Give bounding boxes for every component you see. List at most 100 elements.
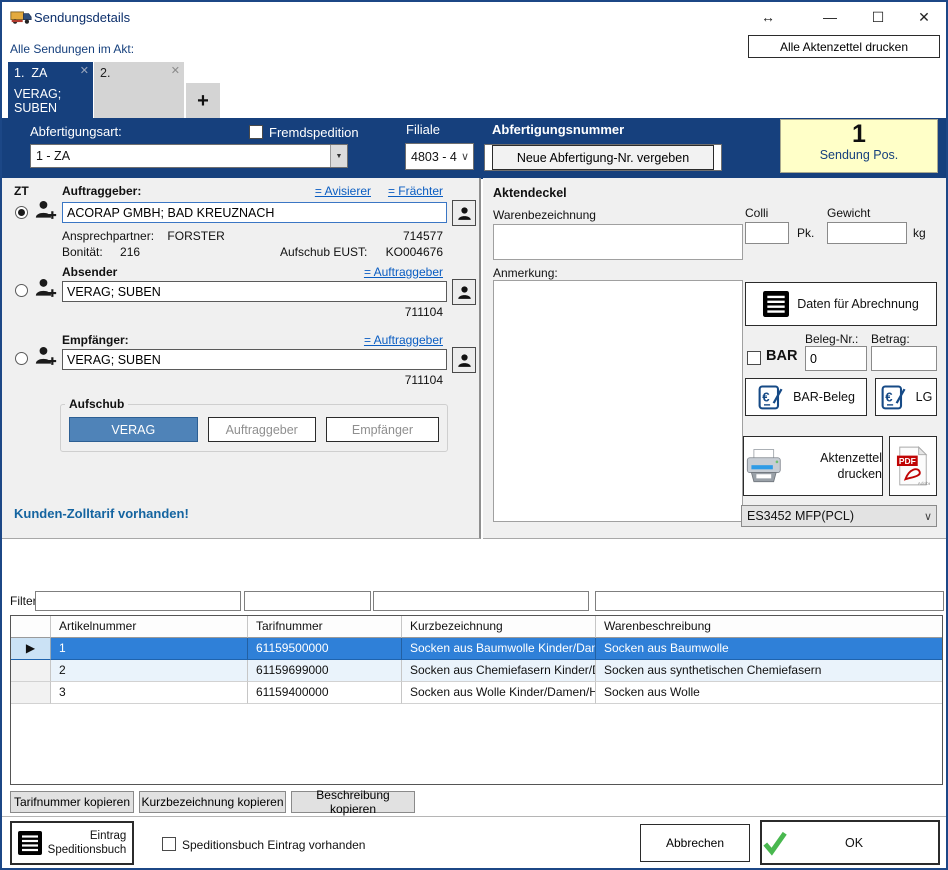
add-shipment-tab-button[interactable]: + — [186, 83, 220, 119]
euro-receipt-icon: € — [757, 383, 785, 411]
maximize-button[interactable]: ☐ — [865, 6, 891, 28]
aktendeckel-title: Aktendeckel — [493, 186, 567, 200]
chevron-down-icon[interactable]: ∨ — [457, 150, 473, 163]
absender-person-button[interactable] — [452, 279, 476, 305]
person-icon — [457, 352, 472, 368]
aktendeckel-panel: Aktendeckel Warenbezeichnung Colli Pk. G… — [483, 178, 946, 539]
anmerkung-textarea[interactable] — [493, 280, 743, 522]
list-lines-icon — [763, 291, 789, 317]
truck-app-icon — [10, 8, 32, 26]
shipment-tab-2[interactable]: 2. ✕ — [94, 62, 184, 119]
filiale-label: Filiale — [406, 122, 440, 137]
cancel-button[interactable]: Abbrechen — [640, 824, 750, 862]
auftraggeber-label: Auftraggeber: — [62, 184, 141, 198]
auftraggeber-number: 714577 — [403, 229, 443, 243]
title-bar: Sendungsdetails ↔ — ☐ ✕ — [2, 2, 946, 32]
fraechter-link[interactable]: = Frächter — [388, 184, 443, 198]
abfertigungsart-select[interactable]: 1 - ZA ▼ — [30, 144, 348, 168]
filter-input-tarifnummer[interactable] — [244, 591, 371, 611]
empfaenger-person-button[interactable] — [452, 347, 476, 373]
copy-beschreibung-button[interactable]: Beschreibung kopieren — [291, 791, 415, 813]
fremdspedition-checkbox[interactable] — [249, 125, 263, 139]
ansprechpartner-value: FORSTER — [167, 229, 224, 243]
chevron-down-icon[interactable]: ∨ — [920, 510, 936, 523]
gewicht-input[interactable] — [827, 222, 907, 244]
aufschub-auftraggeber-button[interactable]: Auftraggeber — [208, 417, 316, 442]
empfaenger-radio[interactable] — [15, 352, 28, 365]
col-warenbeschreibung[interactable]: Warenbeschreibung — [596, 616, 942, 638]
svg-text:Adobe: Adobe — [918, 481, 930, 487]
anmerkung-label: Anmerkung: — [493, 266, 558, 280]
fremdspedition-label: Fremdspedition — [269, 125, 359, 140]
avisierer-link[interactable]: = Avisierer — [315, 184, 371, 198]
empfaenger-input[interactable] — [62, 349, 447, 370]
add-person-icon[interactable] — [35, 198, 57, 222]
green-check-icon — [762, 830, 788, 856]
beleg-nr-input[interactable] — [805, 346, 867, 371]
betrag-input[interactable] — [871, 346, 937, 371]
add-person-icon[interactable] — [35, 344, 57, 368]
row-selector-arrow-icon: ▶ — [11, 638, 51, 660]
filter-input-kurzbezeichnung[interactable] — [373, 591, 589, 611]
bar-beleg-button[interactable]: € BAR-Beleg — [745, 378, 867, 416]
auftraggeber-person-button[interactable] — [452, 200, 476, 226]
printer-icon — [744, 444, 784, 488]
svg-text:PDF: PDF — [899, 456, 916, 466]
auftraggeber-radio[interactable] — [15, 206, 28, 219]
daten-abrechnung-button[interactable]: Daten für Abrechnung — [745, 282, 937, 326]
speditionsbuch-checkbox-label: Speditionsbuch Eintrag vorhanden — [182, 838, 365, 852]
filiale-select[interactable]: 4803 - 480 ∨ — [405, 143, 474, 170]
pdf-button[interactable]: PDF Adobe — [889, 436, 937, 496]
list-lines-icon — [18, 831, 42, 855]
table-row[interactable]: ▶ 1 61159500000 Socken aus Baumwolle Kin… — [11, 638, 942, 660]
empfaenger-auftraggeber-link[interactable]: = Auftraggeber — [364, 333, 443, 347]
colli-unit: Pk. — [797, 226, 814, 240]
aktenzettel-drucken-button[interactable]: Aktenzettel drucken — [743, 436, 883, 496]
printer-select[interactable]: ES3452 MFP(PCL) ∨ — [741, 505, 937, 527]
aufschub-eust-value: KO004676 — [386, 245, 443, 259]
resize-icon[interactable]: ↔ — [755, 6, 781, 28]
colli-input[interactable] — [745, 222, 789, 244]
absender-auftraggeber-link[interactable]: = Auftraggeber — [364, 265, 443, 279]
sendung-pos-box: 1 Sendung Pos. — [780, 119, 938, 173]
window-title: Sendungsdetails — [34, 10, 130, 25]
filter-input-warenbeschreibung[interactable] — [595, 591, 944, 611]
tab-close-icon[interactable]: ✕ — [171, 64, 180, 77]
neue-abfertigungsnummer-button[interactable]: Neue Abfertigung-Nr. vergeben — [492, 145, 714, 170]
absender-radio[interactable] — [15, 284, 28, 297]
shipment-tab-1[interactable]: 1. ZA VERAG; SUBEN ✕ — [8, 62, 93, 119]
speditionsbuch-checkbox[interactable] — [162, 837, 176, 851]
close-button[interactable]: ✕ — [911, 6, 937, 28]
warenbezeichnung-textarea[interactable] — [493, 224, 743, 260]
col-artikelnummer[interactable]: Artikelnummer — [51, 616, 248, 638]
print-all-aktenzettel-button[interactable]: Alle Aktenzettel drucken — [748, 35, 940, 58]
minimize-button[interactable]: — — [817, 6, 843, 28]
table-row[interactable]: 3 61159400000 Socken aus Wolle Kinder/Da… — [11, 682, 942, 704]
bar-checkbox[interactable] — [747, 351, 761, 365]
copy-kurzbezeichnung-button[interactable]: Kurzbezeichnung kopieren — [139, 791, 286, 813]
bonitaet-value: 216 — [120, 245, 140, 259]
add-person-icon[interactable] — [35, 276, 57, 300]
col-tarifnummer[interactable]: Tarifnummer — [248, 616, 402, 638]
eintrag-speditionsbuch-button[interactable]: Eintrag Speditionsbuch — [10, 821, 134, 865]
col-kurzbezeichnung[interactable]: Kurzbezeichnung — [402, 616, 596, 638]
copy-tarifnummer-button[interactable]: Tarifnummer kopieren — [10, 791, 134, 813]
table-row[interactable]: 2 61159699000 Socken aus Chemiefasern Ki… — [11, 660, 942, 682]
filter-input-artikelnummer[interactable] — [35, 591, 241, 611]
chevron-down-icon[interactable]: ▼ — [330, 145, 347, 167]
artikel-table: Artikelnummer Tarifnummer Kurzbezeichnun… — [10, 615, 943, 785]
aufschub-empfaenger-button[interactable]: Empfänger — [326, 417, 439, 442]
zolltarif-note: Kunden-Zolltarif vorhanden! — [14, 506, 189, 521]
gewicht-unit: kg — [913, 226, 926, 240]
table-header-row: Artikelnummer Tarifnummer Kurzbezeichnun… — [11, 616, 942, 638]
beleg-nr-label: Beleg-Nr.: — [805, 332, 858, 346]
sendung-pos-label: Sendung Pos. — [781, 148, 937, 162]
aufschub-verag-button[interactable]: VERAG — [69, 417, 198, 442]
lg-button[interactable]: € LG — [875, 378, 937, 416]
auftraggeber-input[interactable] — [62, 202, 447, 223]
absender-input[interactable] — [62, 281, 447, 302]
euro-receipt-icon: € — [880, 383, 908, 411]
ok-button[interactable]: OK — [760, 820, 940, 865]
tab-close-icon[interactable]: ✕ — [80, 64, 89, 77]
svg-text:€: € — [885, 389, 893, 404]
